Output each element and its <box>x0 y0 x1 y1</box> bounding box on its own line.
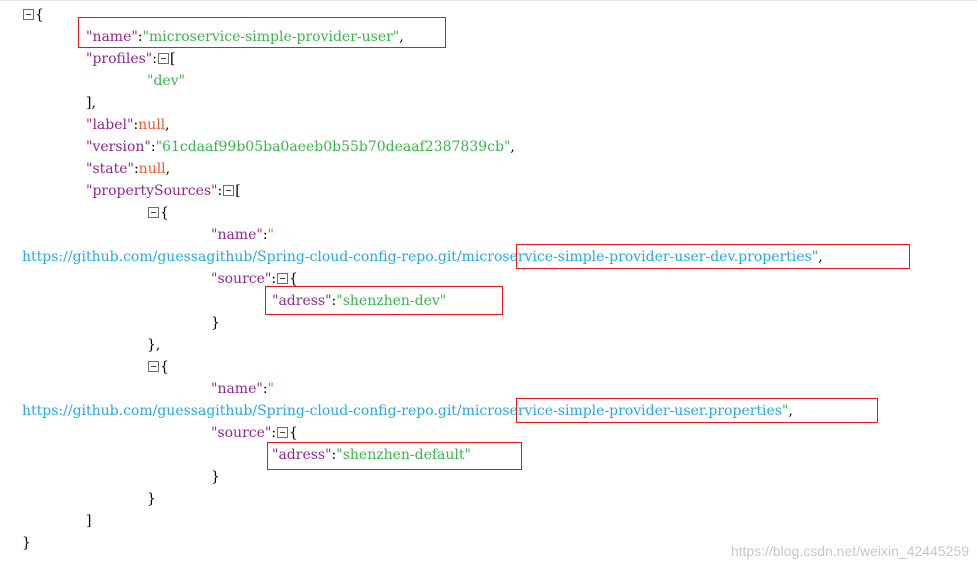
collapse-toggle-icon[interactable] <box>148 360 159 372</box>
highlight-box-name <box>78 17 446 48</box>
json-open-quote: " <box>267 227 274 243</box>
json-line-profile-0: "dev" <box>147 70 185 92</box>
json-value-version: "61cdaaf99b05ba0aeeb0b55b70deaaf2387839c… <box>155 139 511 155</box>
json-line-state: "state":null, <box>86 161 171 177</box>
highlight-box-adress-dev <box>265 286 503 315</box>
highlight-box-adress-default <box>267 442 522 470</box>
highlight-box-default-file <box>516 398 878 423</box>
json-value-profile-0: "dev" <box>147 73 186 89</box>
collapse-toggle-icon[interactable] <box>157 52 169 64</box>
json-line-property-sources: "propertySources":[ <box>86 183 241 199</box>
json-line-source-0-source-close: } <box>211 315 220 331</box>
json-value-label: null <box>138 117 166 133</box>
json-root-close: } <box>22 535 31 551</box>
json-key-version: "version" <box>86 139 151 155</box>
collapse-toggle-icon[interactable] <box>23 8 34 20</box>
json-open-quote: " <box>267 381 274 397</box>
json-line-source-1-open: { <box>147 356 169 378</box>
json-line-version: "version":"61cdaaf99b05ba0aeeb0b55b70dea… <box>86 139 515 155</box>
json-root-open: { <box>22 4 44 26</box>
json-line-source-0-name: "name":" <box>211 227 274 243</box>
json-line-profiles: "profiles":[ <box>86 51 176 67</box>
json-line-profiles-close: ], <box>86 95 96 111</box>
json-key-source: "source" <box>211 425 272 441</box>
json-key-label: "label" <box>86 117 134 133</box>
watermark: https://blog.csdn.net/weixin_42445259 <box>730 543 969 559</box>
collapse-toggle-icon[interactable] <box>223 184 235 196</box>
json-line-source-1-source-close: } <box>211 469 220 485</box>
json-key-source-name: "name" <box>211 227 263 243</box>
json-line-source-0-open: { <box>147 202 169 224</box>
json-line-source-1-source: "source":{ <box>211 425 298 441</box>
json-value-url-prefix[interactable]: https://github.com/guessagithub/Spring-c… <box>22 249 462 265</box>
collapse-toggle-icon[interactable] <box>277 426 289 438</box>
json-key-profiles: "profiles" <box>86 51 153 67</box>
top-divider <box>0 0 977 1</box>
json-line-source-1-close: } <box>147 491 156 507</box>
json-key-source: "source" <box>211 271 272 287</box>
json-key-property-sources: "propertySources" <box>86 183 218 199</box>
json-line-label: "label":null, <box>86 117 170 133</box>
collapse-toggle-icon[interactable] <box>277 272 289 284</box>
json-line-source-0-close: }, <box>147 337 161 353</box>
collapse-toggle-icon[interactable] <box>148 206 159 218</box>
json-key-state: "state" <box>86 161 134 177</box>
json-line-property-sources-close: ] <box>86 513 92 529</box>
json-line-source-1-name: "name":" <box>211 381 274 397</box>
highlight-box-dev-file <box>516 244 910 269</box>
json-key-source-name: "name" <box>211 381 263 397</box>
json-value-state: null <box>138 161 166 177</box>
json-value-url-prefix[interactable]: https://github.com/guessagithub/Spring-c… <box>22 403 462 419</box>
